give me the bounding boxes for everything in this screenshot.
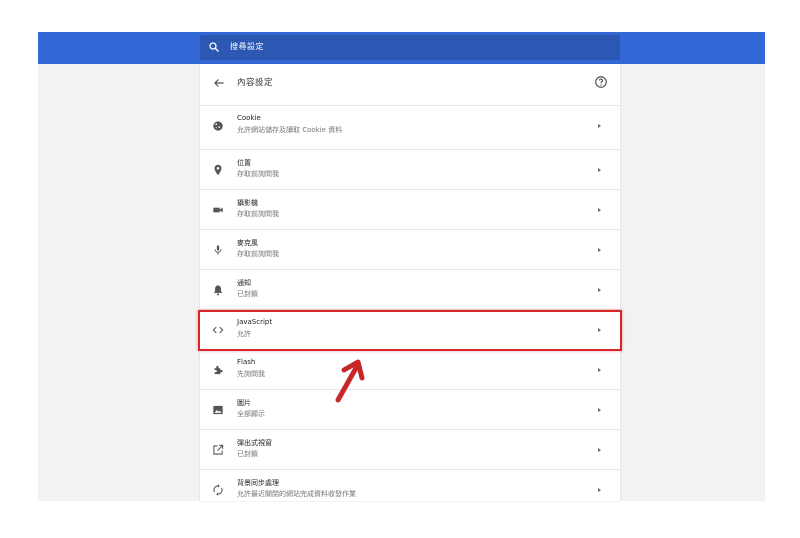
settings-row-camera[interactable]: 攝影機 存取前詢問我	[200, 189, 620, 229]
row-title: Flash	[237, 358, 256, 366]
help-circle-icon[interactable]	[594, 75, 608, 89]
puzzle-icon	[214, 365, 223, 375]
chevron-right-icon	[598, 368, 601, 372]
row-subtitle: 允許網站儲存及讀取 Cookie 資料	[237, 126, 343, 134]
image-icon	[213, 405, 223, 415]
search-input[interactable]: 搜尋設定	[200, 35, 620, 60]
chevron-right-icon	[598, 168, 601, 172]
sync-icon	[213, 484, 223, 496]
cookie-icon	[213, 121, 223, 131]
content-settings-card: 內容設定 Cookie 允許網站儲存及讀取 Cookie 資料 位置 存取前詢問…	[200, 64, 620, 501]
chevron-right-icon	[598, 288, 601, 292]
row-subtitle: 存取前詢問我	[237, 170, 279, 178]
row-title: 通知	[237, 279, 251, 287]
chevron-right-icon	[598, 448, 601, 452]
chevron-right-icon	[598, 124, 601, 128]
settings-row-location[interactable]: 位置 存取前詢問我	[200, 149, 620, 189]
microphone-icon	[214, 245, 222, 255]
bell-icon	[213, 285, 223, 296]
location-pin-icon	[214, 164, 222, 176]
settings-row-images[interactable]: 圖片 全部顯示	[200, 389, 620, 429]
row-title: 圖片	[237, 399, 251, 407]
search-placeholder: 搜尋設定	[230, 42, 264, 51]
settings-row-popups[interactable]: 彈出式視窗 已封鎖	[200, 429, 620, 469]
annotation-arrow-icon	[335, 359, 365, 403]
open-in-new-icon	[213, 444, 224, 455]
row-title: Cookie	[237, 114, 261, 122]
settings-row-background-sync[interactable]: 背景同步處理 允許最近關閉的網站完成資料收發作業	[200, 469, 620, 501]
settings-row-notifications[interactable]: 通知 已封鎖	[200, 269, 620, 309]
row-subtitle: 已封鎖	[237, 450, 258, 458]
arrow-left-icon[interactable]	[212, 76, 226, 90]
chevron-right-icon	[598, 488, 601, 492]
search-icon	[209, 42, 219, 52]
page-title: 內容設定	[237, 78, 274, 88]
row-title: 彈出式視窗	[237, 439, 272, 447]
row-subtitle: 全部顯示	[237, 410, 265, 418]
row-subtitle: 存取前詢問我	[237, 210, 279, 218]
row-title: 麥克風	[237, 239, 258, 247]
settings-row-microphone[interactable]: 麥克風 存取前詢問我	[200, 229, 620, 269]
row-subtitle: 先詢問我	[237, 370, 265, 378]
highlight-box	[198, 310, 622, 351]
card-header: 內容設定	[200, 64, 620, 104]
settings-row-flash[interactable]: Flash 先詢問我	[200, 349, 620, 389]
camera-icon	[213, 207, 223, 213]
chevron-right-icon	[598, 248, 601, 252]
chevron-right-icon	[598, 208, 601, 212]
row-subtitle: 存取前詢問我	[237, 250, 279, 258]
row-subtitle: 已封鎖	[237, 290, 258, 298]
row-title: 位置	[237, 159, 251, 167]
chevron-right-icon	[598, 408, 601, 412]
settings-row-cookie[interactable]: Cookie 允許網站儲存及讀取 Cookie 資料	[200, 105, 620, 145]
row-subtitle: 允許最近關閉的網站完成資料收發作業	[237, 490, 356, 498]
settings-screen: 搜尋設定 內容設定 Cookie 允許網站儲存及讀取 Cookie 資料 位置 …	[0, 0, 800, 538]
row-title: 攝影機	[237, 199, 258, 207]
row-title: 背景同步處理	[237, 479, 279, 487]
